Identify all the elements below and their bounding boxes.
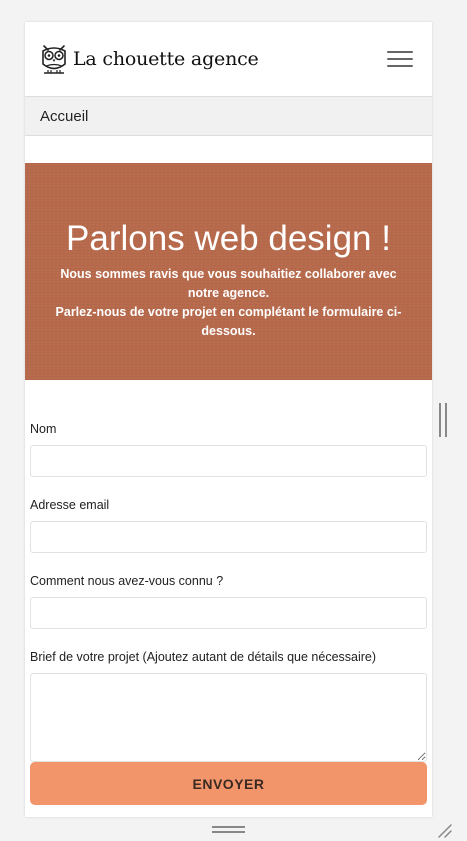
hamburger-menu-icon[interactable] bbox=[387, 51, 413, 67]
submit-button[interactable]: ENVOYER bbox=[30, 762, 427, 805]
brief-label: Brief de votre projet (Ajoutez autant de… bbox=[30, 650, 377, 664]
brief-textarea[interactable] bbox=[30, 673, 427, 762]
handle-line bbox=[445, 403, 447, 437]
brand-link[interactable]: La chouette agence bbox=[39, 42, 259, 76]
brand-name: La chouette agence bbox=[73, 48, 259, 70]
email-field[interactable] bbox=[30, 521, 427, 553]
menu-line bbox=[387, 65, 413, 67]
contact-form: Nom Adresse email Comment nous avez-vous… bbox=[30, 422, 427, 762]
email-label: Adresse email bbox=[30, 498, 110, 512]
resize-corner-icon[interactable] bbox=[435, 821, 453, 839]
source-label: Comment nous avez-vous connu ? bbox=[30, 574, 224, 588]
handle-line bbox=[212, 826, 245, 828]
menu-line bbox=[387, 51, 413, 53]
handle-line bbox=[212, 831, 245, 833]
name-field[interactable] bbox=[30, 445, 427, 477]
name-label: Nom bbox=[30, 422, 57, 436]
breadcrumb: Accueil bbox=[25, 96, 432, 136]
site-header: La chouette agence bbox=[25, 22, 432, 96]
handle-line bbox=[439, 403, 441, 437]
hero-line-1: Nous sommes ravis que vous souhaitiez co… bbox=[60, 267, 397, 300]
menu-line bbox=[387, 58, 413, 60]
vertical-resize-handle[interactable] bbox=[439, 403, 447, 437]
hero-intro: Nous sommes ravis que vous souhaitiez co… bbox=[49, 265, 409, 341]
page-frame: La chouette agence Accueil Parlons web d… bbox=[25, 22, 432, 817]
hero-banner: Parlons web design ! Nous sommes ravis q… bbox=[25, 163, 432, 380]
horizontal-resize-handle[interactable] bbox=[212, 826, 245, 833]
source-field[interactable] bbox=[30, 597, 427, 629]
hero-line-2: Parlez-nous de votre projet en complétan… bbox=[55, 305, 402, 338]
hero-title: Parlons web design ! bbox=[66, 219, 391, 258]
owl-icon bbox=[42, 45, 66, 74]
breadcrumb-home-link[interactable]: Accueil bbox=[40, 108, 88, 125]
